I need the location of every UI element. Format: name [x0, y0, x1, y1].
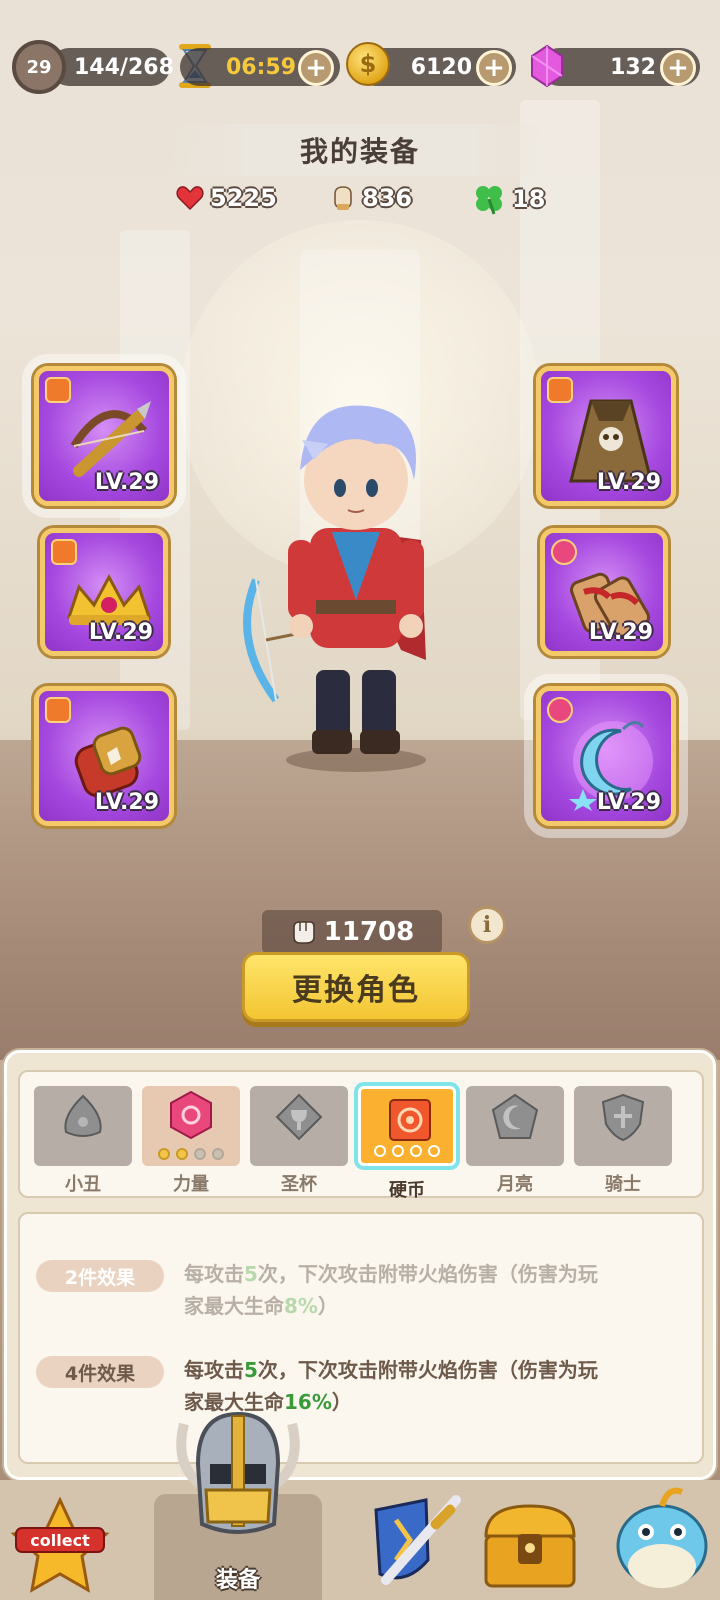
- effect-text: 次，下次攻击附带火焰伤害（伤害为玩: [257, 1262, 598, 1286]
- fist-icon: [334, 186, 352, 210]
- combat-power: 11708: [262, 910, 442, 954]
- effect-line: 每攻击5次，下次攻击附带火焰伤害（伤害为玩: [184, 1354, 674, 1386]
- item-level: LV.29: [94, 470, 159, 495]
- progress-dot: [392, 1145, 404, 1157]
- tab-strength-set[interactable]: [142, 1086, 240, 1166]
- progress-dot: [410, 1145, 422, 1157]
- gem-icon: [531, 44, 563, 88]
- player-level-badge[interactable]: 29: [12, 40, 66, 94]
- equip-slot-boots[interactable]: LV.29: [540, 528, 668, 656]
- equip-slot-gloves[interactable]: LV.29: [34, 686, 174, 826]
- timer-text: 06:59: [226, 54, 297, 80]
- effect-text: ）: [317, 1294, 338, 1318]
- hp-stat: 5225: [176, 184, 277, 212]
- clown-set-icon: [64, 1094, 102, 1137]
- effect-number: 8%: [284, 1294, 318, 1318]
- effect-text: 家最大生命: [184, 1294, 284, 1318]
- item-level: LV.29: [588, 620, 653, 645]
- item-level: LV.29: [94, 790, 159, 815]
- set-progress-dots: [142, 1148, 240, 1160]
- effect-text: ）: [331, 1390, 352, 1414]
- attack-stat: 836: [330, 184, 412, 212]
- item-level: LV.29: [88, 620, 153, 645]
- hero-stats: 5225 836 18: [0, 178, 720, 222]
- progress-dot: [374, 1145, 386, 1157]
- info-button[interactable]: i: [468, 906, 506, 944]
- coin-amount: 6120: [410, 54, 472, 80]
- knight-set-icon: [601, 1093, 645, 1142]
- pet-dragon-icon: [616, 1487, 708, 1588]
- effect-number: 5: [244, 1358, 258, 1382]
- add-coins-button[interactable]: +: [476, 50, 512, 86]
- set-progress-dots: [361, 1145, 453, 1157]
- effect-line: 家最大生命8%）: [184, 1290, 674, 1322]
- tab-label-clown: 小丑: [65, 1174, 101, 1195]
- treasure-chest-icon: [484, 1504, 576, 1588]
- gem-amount: 132: [610, 54, 656, 80]
- two-piece-tag: 2件效果: [36, 1260, 164, 1292]
- tab-label-moon: 月亮: [497, 1174, 533, 1195]
- sword-shield-icon: [374, 1495, 461, 1585]
- hero-character[interactable]: [236, 400, 456, 780]
- equip-slot-weapon[interactable]: LV.29: [34, 366, 174, 506]
- clover-icon: [476, 186, 502, 215]
- equip-slot-accessory[interactable]: LV.29: [536, 686, 676, 826]
- tab-label-coin: 硬币: [389, 1180, 425, 1201]
- progress-dot: [158, 1148, 170, 1160]
- effect-text: 每攻击: [184, 1262, 244, 1286]
- luck-value: 18: [512, 185, 546, 213]
- effect-text: 每攻击: [184, 1358, 244, 1382]
- item-level: LV.29: [596, 470, 661, 495]
- equip-slot-armor[interactable]: LV.29: [536, 366, 676, 506]
- effect-line: 每攻击5次，下次攻击附带火焰伤害（伤害为玩: [184, 1258, 674, 1290]
- nav-equipment[interactable]: [170, 1404, 306, 1544]
- nav-pet[interactable]: [608, 1476, 714, 1596]
- progress-dot: [428, 1145, 440, 1157]
- knight-helmet-icon: [176, 1411, 300, 1534]
- change-character-button[interactable]: 更换角色: [242, 952, 470, 1022]
- luck-stat: 18: [472, 182, 545, 216]
- resource-bar: 29 144/268 06:59 + 6120 + $ 132 +: [10, 40, 710, 96]
- tab-knight-set[interactable]: [574, 1086, 672, 1166]
- gem-counter: 132 +: [540, 48, 700, 86]
- add-energy-button[interactable]: +: [298, 50, 334, 86]
- equip-slot-helmet[interactable]: LV.29: [40, 528, 168, 656]
- effect-number: 5: [244, 1262, 258, 1286]
- heart-icon: [176, 186, 204, 211]
- tab-clown-set[interactable]: [34, 1086, 132, 1166]
- xp-counter: 144/268: [50, 48, 174, 86]
- tab-moon-set[interactable]: [466, 1086, 564, 1166]
- nav-equipment-label: 装备: [215, 1568, 260, 1593]
- nav-battle[interactable]: [366, 1490, 466, 1594]
- combat-power-value: 11708: [323, 917, 415, 947]
- progress-dot: [194, 1148, 206, 1160]
- progress-dot: [176, 1148, 188, 1160]
- nav-collection[interactable]: collect: [8, 1496, 112, 1596]
- two-piece-effect: 每攻击5次，下次攻击附带火焰伤害（伤害为玩 家最大生命8%）: [184, 1258, 674, 1322]
- tab-label-knight: 骑士: [605, 1174, 641, 1195]
- collect-star-icon: collect: [10, 1496, 110, 1593]
- effect-text: 次，下次攻击附带火焰伤害（伤害为玩: [257, 1358, 598, 1382]
- four-piece-tag: 4件效果: [36, 1356, 164, 1388]
- item-level: LV.29: [596, 790, 661, 815]
- nav-treasure[interactable]: [478, 1496, 582, 1596]
- coin-icon: $: [346, 42, 390, 86]
- hp-value: 5225: [210, 184, 277, 212]
- progress-dot: [212, 1148, 224, 1160]
- tab-label-strength: 力量: [173, 1174, 209, 1195]
- tab-label-grail: 圣杯: [281, 1174, 317, 1195]
- collect-badge-text: collect: [30, 1531, 90, 1550]
- coin-set-icon: [389, 1099, 431, 1141]
- attack-value: 836: [362, 184, 413, 212]
- add-gems-button[interactable]: +: [660, 50, 696, 86]
- strength-set-icon: [170, 1090, 212, 1140]
- energy-timer: 06:59 +: [180, 48, 340, 86]
- page-title: 我的装备: [170, 124, 550, 176]
- set-effects: [18, 1212, 704, 1464]
- grail-set-icon: [275, 1093, 323, 1141]
- moon-set-icon: [491, 1093, 539, 1139]
- tab-grail-set[interactable]: [250, 1086, 348, 1166]
- power-fist-icon: [292, 921, 315, 944]
- tab-coin-set[interactable]: [358, 1086, 456, 1166]
